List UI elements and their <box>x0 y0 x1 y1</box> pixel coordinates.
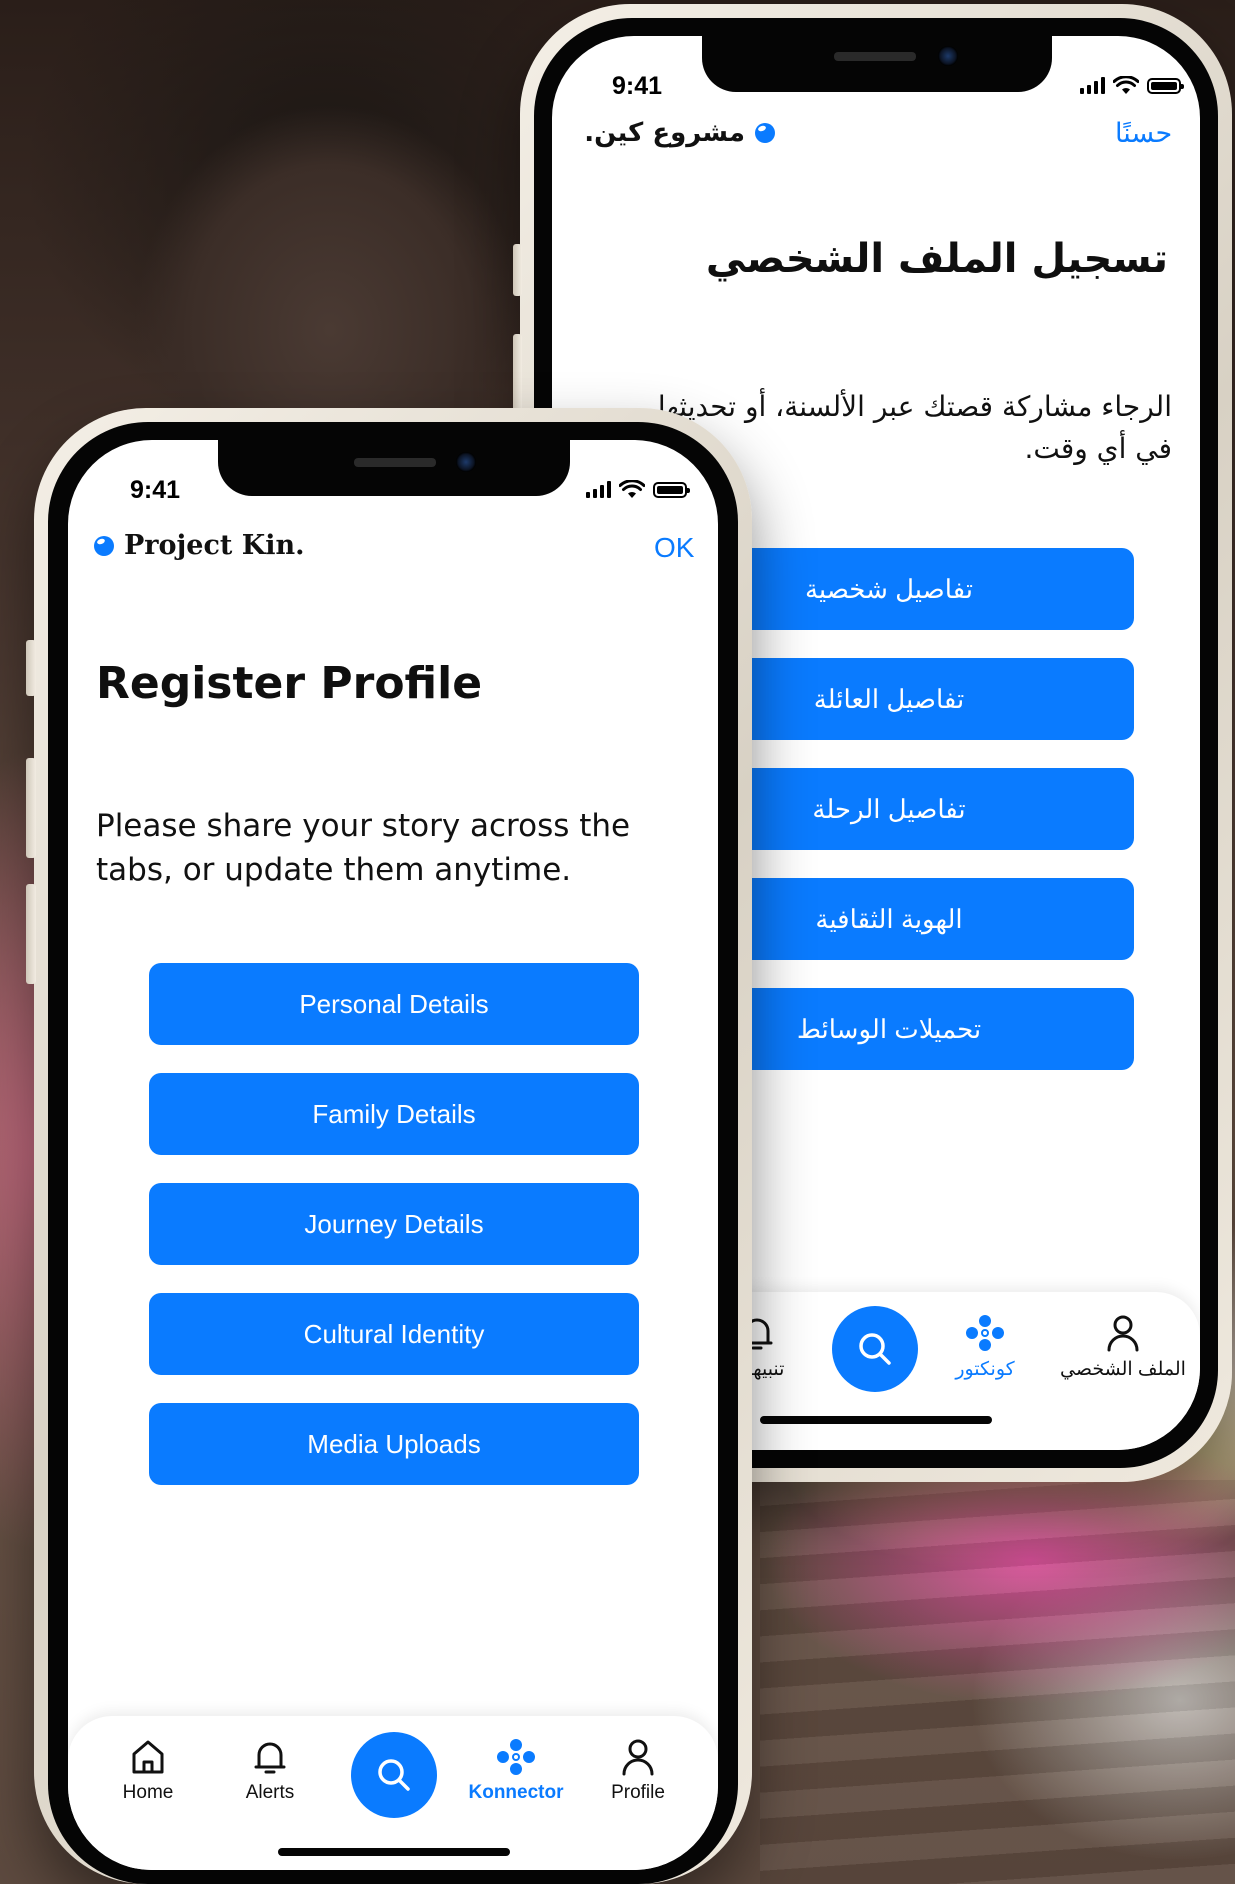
tab-alerts[interactable]: Alerts <box>210 1738 330 1804</box>
phone-side-button <box>26 884 36 984</box>
tab-home-label: Home <box>122 1782 174 1803</box>
page-title: تسجيل الملف الشخصي <box>705 236 1168 282</box>
phone-side-button <box>26 640 36 696</box>
tab-profile[interactable]: Profile <box>578 1738 698 1804</box>
tab-konnector[interactable]: Konnector <box>456 1738 576 1804</box>
page-title: Register Profile <box>96 658 483 709</box>
status-icons <box>586 480 690 499</box>
search-icon <box>859 1333 891 1365</box>
tab-profile-label: Profile <box>611 1782 665 1803</box>
wifi-icon <box>619 480 645 498</box>
media-uploads-button[interactable]: Media Uploads <box>149 1403 639 1485</box>
phone-bezel: 9:41 Project Kin. OK Register Profile Pl… <box>48 422 738 1884</box>
speaker <box>354 458 436 467</box>
tab-alerts-label: Alerts <box>245 1782 295 1803</box>
english-phone: 9:41 Project Kin. OK Register Profile Pl… <box>26 408 752 1884</box>
tab-konnector[interactable]: كونكتور <box>920 1314 1050 1381</box>
tab-profile-label: الملف الشخصي <box>1060 1359 1186 1380</box>
search-button[interactable] <box>351 1732 437 1818</box>
english-screen: 9:41 Project Kin. OK Register Profile Pl… <box>68 440 718 1870</box>
front-camera <box>938 46 958 66</box>
tab-bar: Home Alerts Konnector Profile <box>68 1716 718 1870</box>
brand-name: مشروع كين. <box>584 118 745 148</box>
home-indicator <box>760 1416 992 1424</box>
brand-dot-icon <box>755 123 775 143</box>
phone-side-button <box>26 758 36 858</box>
ok-button[interactable]: OK <box>654 532 694 564</box>
person-icon <box>1107 1315 1139 1352</box>
tab-konnector-label: Konnector <box>468 1782 564 1803</box>
notch <box>702 36 1052 92</box>
front-camera <box>456 452 476 472</box>
search-button[interactable] <box>832 1306 918 1392</box>
brand-dot-icon <box>94 535 114 556</box>
wifi-icon <box>1113 76 1139 94</box>
home-indicator <box>278 1848 510 1856</box>
speaker <box>834 52 916 61</box>
notch <box>218 440 570 496</box>
brand-name: Project Kin. <box>124 530 305 561</box>
tab-konnector-label: كونكتور <box>955 1359 1015 1380</box>
bell-icon <box>254 1742 286 1774</box>
brand: Project Kin. <box>94 530 305 561</box>
status-time: 9:41 <box>130 476 181 504</box>
status-icons <box>1080 76 1184 95</box>
cultural-identity-button[interactable]: Cultural Identity <box>149 1293 639 1375</box>
journey-details-button[interactable]: Journey Details <box>149 1183 639 1265</box>
battery-icon <box>1147 77 1184 94</box>
connector-dots-icon <box>497 1739 535 1775</box>
home-icon <box>132 1740 164 1774</box>
tab-profile[interactable]: الملف الشخصي <box>1058 1314 1188 1381</box>
search-icon <box>378 1759 410 1791</box>
cellular-signal-icon <box>586 481 611 498</box>
brand: مشروع كين. <box>584 118 775 148</box>
personal-details-button[interactable]: Personal Details <box>149 963 639 1045</box>
page-description: Please share your story across the tabs,… <box>96 808 631 888</box>
status-time: 9:41 <box>612 72 663 100</box>
family-details-button[interactable]: Family Details <box>149 1073 639 1155</box>
phone-side-button <box>513 244 522 296</box>
cellular-signal-icon <box>1080 77 1105 94</box>
connector-dots-icon <box>966 1315 1004 1351</box>
ok-button[interactable]: حسنًا <box>1115 118 1172 149</box>
battery-icon <box>653 481 690 498</box>
person-icon <box>622 1739 654 1776</box>
background-clothing-stripes <box>760 1480 1235 1884</box>
tab-home[interactable]: Home <box>88 1738 208 1804</box>
